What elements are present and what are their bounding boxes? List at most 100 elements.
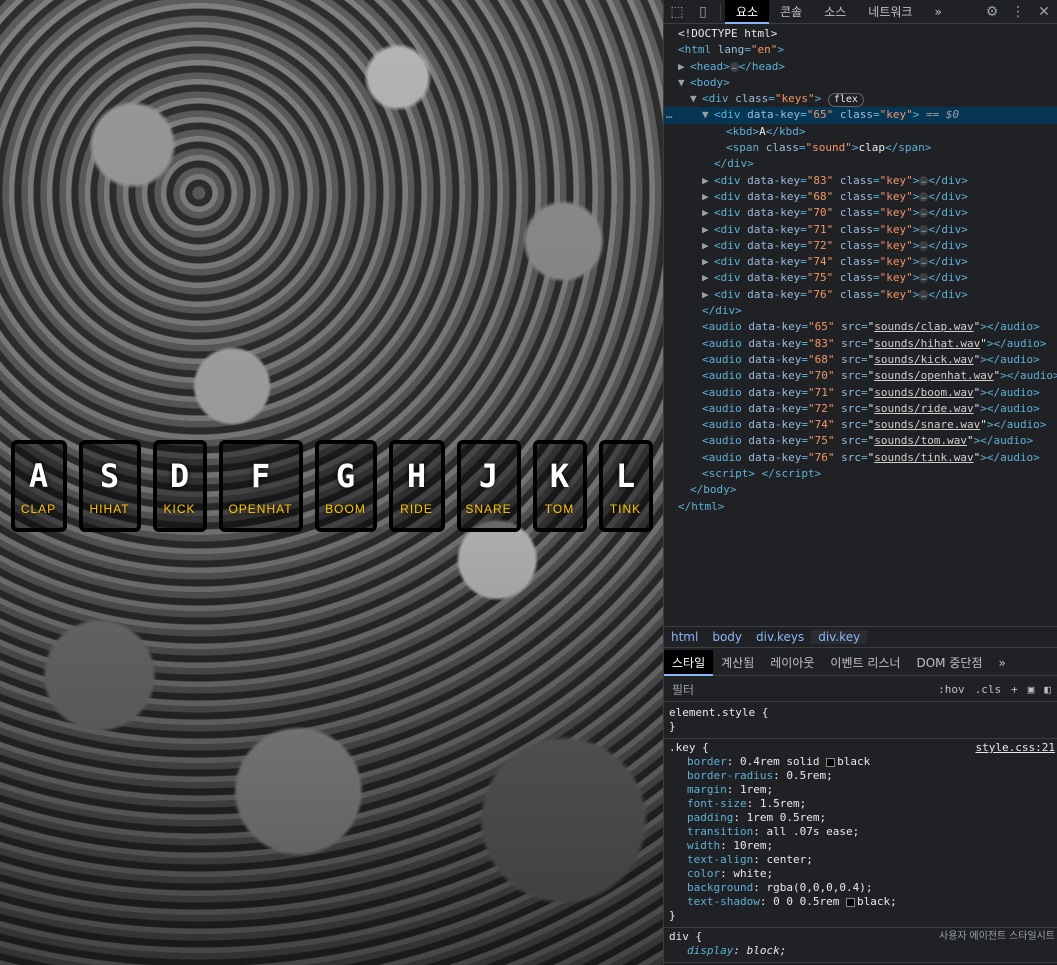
dom-audio[interactable]: <audio data-key="71" src="sounds/boom.wa… xyxy=(664,385,1057,401)
css-property[interactable]: transition: all .07s ease; xyxy=(669,825,1052,839)
dom-head[interactable]: ▶ <head>… </head> xyxy=(664,59,1057,75)
drum-key[interactable]: F OPENHAT xyxy=(218,440,303,532)
dom-audio[interactable]: <audio data-key="65" src="sounds/clap.wa… xyxy=(664,319,1057,335)
dom-audio[interactable]: <audio data-key="83" src="sounds/hihat.w… xyxy=(664,336,1057,352)
dom-key-div[interactable]: ▶ <div data-key="72" class="key">… </div> xyxy=(664,238,1057,254)
drum-key[interactable]: A CLAP xyxy=(10,440,67,532)
css-prop-value[interactable]: 1rem; xyxy=(740,783,773,796)
inspect-element-icon[interactable]: ⬚ xyxy=(664,4,690,20)
css-prop-value[interactable]: 1rem 0.5rem; xyxy=(747,811,826,824)
drum-key[interactable]: L TINK xyxy=(598,440,653,532)
css-prop-color[interactable]: ease; xyxy=(826,825,859,838)
new-rule-icon[interactable]: + xyxy=(1011,683,1018,696)
dom-close-body[interactable]: </body> xyxy=(664,482,1057,498)
dom-close-html[interactable]: </html> xyxy=(664,499,1057,515)
dom-audio[interactable]: <audio data-key="76" src="sounds/tink.wa… xyxy=(664,450,1057,466)
css-property[interactable]: margin: 1rem; xyxy=(669,783,1052,797)
css-prop-name[interactable]: margin xyxy=(687,783,727,796)
more-tabs-button[interactable]: » xyxy=(923,0,952,24)
css-prop-color[interactable]: black xyxy=(837,755,870,768)
gear-icon[interactable]: ⚙ xyxy=(979,4,1005,20)
hov-toggle[interactable]: :hov xyxy=(938,683,965,696)
breadcrumb-body[interactable]: body xyxy=(705,630,749,644)
drum-key[interactable]: H RIDE xyxy=(388,440,445,532)
css-prop-name[interactable]: display xyxy=(687,944,733,957)
dom-keys-div[interactable]: ▼ <div class="keys"> flex xyxy=(664,91,1057,108)
key-rule-source-link[interactable]: style.css:21 xyxy=(976,741,1055,755)
dom-kbd[interactable]: <kbd>A</kbd> xyxy=(664,124,1057,140)
css-property[interactable]: padding: 1rem 0.5rem; xyxy=(669,811,1052,825)
dom-close-div[interactable]: </div> xyxy=(664,156,1057,172)
tab-event-listeners[interactable]: 이벤트 리스너 xyxy=(822,650,908,676)
breadcrumb-div-key[interactable]: div.key xyxy=(811,630,868,644)
drum-key[interactable]: S HIHAT xyxy=(78,440,141,532)
css-property[interactable]: font-size: 1.5rem; xyxy=(669,797,1052,811)
dom-audio[interactable]: <audio data-key="68" src="sounds/kick.wa… xyxy=(664,352,1057,368)
dom-audio[interactable]: <audio data-key="74" src="sounds/snare.w… xyxy=(664,417,1057,433)
css-property[interactable]: background: rgba(0,0,0,0.4); xyxy=(669,881,1052,895)
tab-console[interactable]: 콘솔 xyxy=(769,0,813,24)
dom-audio[interactable]: <audio data-key="70" src="sounds/openhat… xyxy=(664,368,1057,384)
drum-key[interactable]: J SNARE xyxy=(456,440,521,532)
dom-close-keys[interactable]: </div> xyxy=(664,303,1057,319)
css-prop-value[interactable]: 1.5rem; xyxy=(760,797,806,810)
tab-network[interactable]: 네트워크 xyxy=(857,0,923,24)
device-toolbar-icon[interactable]: ▯ xyxy=(690,4,716,20)
css-prop-value[interactable]: 0 0 0.5rem xyxy=(773,895,839,908)
css-prop-name[interactable]: width xyxy=(687,839,720,852)
css-prop-name[interactable]: color xyxy=(687,867,720,880)
dom-audio[interactable]: <audio data-key="75" src="sounds/tom.wav… xyxy=(664,433,1057,449)
more-subtabs-button[interactable]: » xyxy=(990,650,1013,676)
color-swatch[interactable] xyxy=(845,897,855,907)
css-prop-color[interactable]: black; xyxy=(857,895,897,908)
drum-key[interactable]: G BOOM xyxy=(314,440,377,532)
css-prop-value[interactable]: block; xyxy=(747,944,787,957)
dom-body[interactable]: ▼ <body> xyxy=(664,75,1057,91)
css-prop-value[interactable]: 10rem; xyxy=(733,839,773,852)
color-swatch[interactable] xyxy=(826,757,836,767)
close-icon[interactable]: ✕ xyxy=(1031,4,1057,20)
css-prop-name[interactable]: text-shadow xyxy=(687,895,760,908)
css-property[interactable]: color: white; xyxy=(669,867,1052,881)
dom-script[interactable]: <script> </script> xyxy=(664,466,1057,482)
filter-input[interactable]: 필터 xyxy=(672,681,694,698)
breadcrumb-div-keys[interactable]: div.keys xyxy=(749,630,811,644)
dom-key-div[interactable]: ▶ <div data-key="83" class="key">… </div> xyxy=(664,173,1057,189)
cls-toggle[interactable]: .cls xyxy=(975,683,1002,696)
tab-styles[interactable]: 스타일 xyxy=(664,649,714,676)
dom-key-div[interactable]: ▶ <div data-key="70" class="key">… </div> xyxy=(664,205,1057,221)
css-property[interactable]: text-align: center; xyxy=(669,853,1052,867)
css-prop-name[interactable]: font-size xyxy=(687,797,747,810)
css-prop-name[interactable]: background xyxy=(687,881,753,894)
dom-key-div[interactable]: ▶ <div data-key="76" class="key">… </div> xyxy=(664,287,1057,303)
css-property[interactable]: width: 10rem; xyxy=(669,839,1052,853)
drum-key[interactable]: K TOM xyxy=(532,440,587,532)
css-prop-value[interactable]: 0.4rem solid xyxy=(740,755,819,768)
dom-html[interactable]: <html lang="en"> xyxy=(664,42,1057,58)
css-prop-value[interactable]: all .07s xyxy=(766,825,819,838)
dom-audio[interactable]: <audio data-key="72" src="sounds/ride.wa… xyxy=(664,401,1057,417)
tab-computed[interactable]: 계산됨 xyxy=(713,650,762,676)
tab-sources[interactable]: 소스 xyxy=(813,0,857,24)
css-prop-name[interactable]: text-align xyxy=(687,853,753,866)
css-prop-value[interactable]: 0.5rem; xyxy=(786,769,832,782)
drum-key[interactable]: D KICK xyxy=(152,440,207,532)
kebab-menu-icon[interactable]: ⋮ xyxy=(1005,4,1031,20)
dom-span-sound[interactable]: <span class="sound">clap</span> xyxy=(664,140,1057,156)
computed-styles-icon[interactable]: ▣ xyxy=(1028,683,1035,696)
dom-key-div[interactable]: ▶ <div data-key="68" class="key">… </div> xyxy=(664,189,1057,205)
tab-elements[interactable]: 요소 xyxy=(725,0,770,24)
dom-key-div-selected[interactable]: … ▼ <div data-key="65" class="key"> == $0 xyxy=(664,107,1057,124)
css-prop-name[interactable]: padding xyxy=(687,811,733,824)
css-property[interactable]: text-shadow: 0 0 0.5rem black; xyxy=(669,895,1052,909)
dom-key-div[interactable]: ▶ <div data-key="71" class="key">… </div> xyxy=(664,222,1057,238)
breadcrumb-html[interactable]: html xyxy=(664,630,705,644)
css-prop-value[interactable]: rgba(0,0,0,0.4); xyxy=(766,881,872,894)
css-prop-value[interactable]: white; xyxy=(733,867,773,880)
css-prop-name[interactable]: transition xyxy=(687,825,753,838)
dom-key-div[interactable]: ▶ <div data-key="75" class="key">… </div> xyxy=(664,270,1057,286)
dom-key-div[interactable]: ▶ <div data-key="74" class="key">… </div> xyxy=(664,254,1057,270)
tab-layout[interactable]: 레이아웃 xyxy=(762,650,822,676)
dom-doctype[interactable]: <!DOCTYPE html> xyxy=(664,26,1057,42)
tab-dom-breakpoints[interactable]: DOM 중단점 xyxy=(908,650,990,676)
